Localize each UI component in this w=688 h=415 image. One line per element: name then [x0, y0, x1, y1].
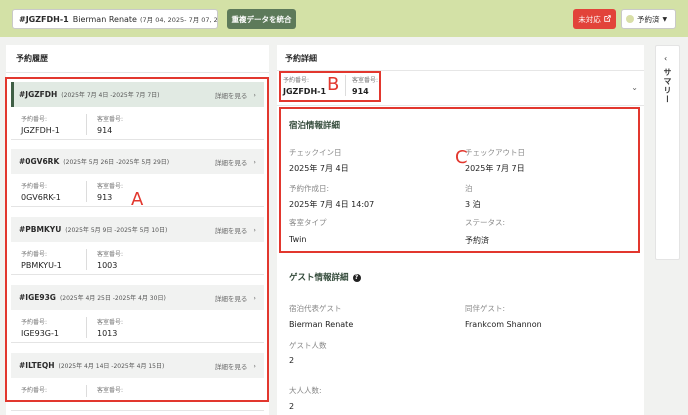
chevron-down-icon[interactable]: ⌄	[631, 83, 638, 92]
divider	[277, 105, 644, 106]
merge-duplicates-button[interactable]: 重複データを統合	[227, 9, 296, 29]
annotation-box-c	[279, 107, 640, 253]
booking-code: #JGZFDH-1	[19, 14, 69, 24]
booking-date-range: (7月 04, 2025- 7月 07, 2025)	[139, 16, 218, 24]
companion-label: 同伴ゲスト:	[465, 304, 506, 313]
guest-name: Bierman Renate	[72, 14, 137, 24]
chevron-left-icon: ‹	[664, 54, 668, 63]
help-icon[interactable]: ?	[352, 273, 361, 282]
summary-label: サマリー	[663, 68, 672, 104]
unhandled-label: 未対応	[578, 14, 601, 24]
guest-section-label: ゲスト情報詳細	[289, 273, 349, 283]
detail-title: 予約詳細	[277, 45, 644, 71]
history-title: 予約履歴	[6, 45, 269, 73]
guest-count-value: 2	[289, 356, 295, 365]
companion-value: Frankcom Shannon	[465, 320, 542, 329]
status-label: 予約済	[637, 14, 660, 24]
unhandled-button[interactable]: 未対応	[573, 9, 616, 29]
lead-guest-label: 宿泊代表ゲスト	[289, 304, 342, 313]
annotation-label-a: A	[131, 189, 144, 210]
lead-guest-value: Bierman Renate	[289, 320, 354, 329]
adult-count-label: 大人人数:	[289, 386, 322, 395]
annotation-box-a	[5, 77, 269, 402]
booking-selector[interactable]: #JGZFDH-1 Bierman Renate (7月 04, 2025- 7…	[12, 9, 218, 29]
external-link-icon	[604, 14, 611, 24]
chevron-down-icon: ▼	[662, 15, 668, 23]
status-selector[interactable]: 予約済 ▼	[621, 9, 676, 29]
annotation-label-c: C	[455, 147, 468, 168]
adult-count-value: 2	[289, 402, 295, 411]
guest-count-label: ゲスト人数	[289, 341, 327, 350]
top-bar: #JGZFDH-1 Bierman Renate (7月 04, 2025- 7…	[0, 0, 688, 37]
guest-section-title: ゲスト情報詳細?	[289, 271, 361, 283]
annotation-label-b: B	[327, 74, 340, 95]
summary-tab[interactable]: ‹ サマリー	[655, 45, 680, 260]
status-dot-icon	[626, 15, 634, 23]
